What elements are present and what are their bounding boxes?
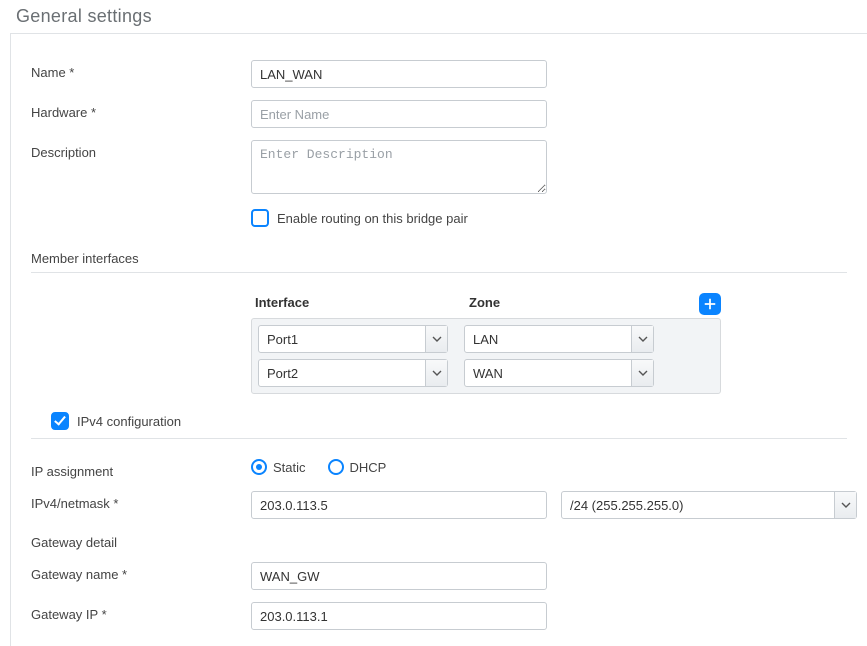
hardware-label: Hardware *	[31, 100, 251, 120]
plus-icon	[703, 297, 717, 311]
add-interface-button[interactable]	[699, 293, 721, 315]
chevron-down-icon	[425, 326, 447, 352]
ipv4-netmask-label: IPv4/netmask *	[31, 491, 251, 511]
table-row: Port2 WAN	[258, 359, 714, 387]
radio-icon	[251, 459, 267, 475]
radio-icon	[328, 459, 344, 475]
interface-select-0-value: Port1	[267, 332, 298, 347]
zone-select-1-value: WAN	[473, 366, 503, 381]
chevron-down-icon	[425, 360, 447, 386]
interface-select-0[interactable]: Port1	[258, 325, 448, 353]
zone-select-1[interactable]: WAN	[464, 359, 654, 387]
member-interfaces-heading: Member interfaces	[31, 251, 847, 273]
ipv4-config-label: IPv4 configuration	[77, 414, 181, 429]
gateway-detail-heading: Gateway detail	[31, 531, 251, 550]
ip-assignment-dhcp-radio[interactable]: DHCP	[328, 459, 387, 475]
zone-select-0-value: LAN	[473, 332, 498, 347]
gateway-name-label: Gateway name *	[31, 562, 251, 582]
chevron-down-icon	[631, 360, 653, 386]
ip-assignment-static-label: Static	[273, 460, 306, 475]
netmask-select-value: /24 (255.255.255.0)	[570, 498, 683, 513]
interface-select-1[interactable]: Port2	[258, 359, 448, 387]
ip-assignment-static-radio[interactable]: Static	[251, 459, 306, 475]
general-settings-panel: Name * Hardware * Description Enable rou…	[10, 33, 867, 646]
name-input[interactable]	[251, 60, 547, 88]
table-row: Port1 LAN	[258, 325, 714, 353]
gateway-ip-label: Gateway IP *	[31, 602, 251, 622]
column-header-interface: Interface	[255, 295, 469, 310]
gateway-ip-input[interactable]	[251, 602, 547, 630]
interface-select-1-value: Port2	[267, 366, 298, 381]
ip-assignment-dhcp-label: DHCP	[350, 460, 387, 475]
column-header-zone: Zone	[469, 295, 721, 310]
description-textarea[interactable]	[251, 140, 547, 194]
enable-routing-label: Enable routing on this bridge pair	[277, 211, 468, 226]
chevron-down-icon	[834, 492, 856, 518]
ipv4-address-input[interactable]	[251, 491, 547, 519]
page-title: General settings	[0, 0, 867, 33]
name-label: Name *	[31, 60, 251, 80]
gateway-name-input[interactable]	[251, 562, 547, 590]
ip-assignment-label: IP assignment	[31, 459, 251, 479]
description-label: Description	[31, 140, 251, 160]
chevron-down-icon	[631, 326, 653, 352]
netmask-select[interactable]: /24 (255.255.255.0)	[561, 491, 857, 519]
enable-routing-checkbox[interactable]	[251, 209, 269, 227]
ipv4-config-checkbox[interactable]	[51, 412, 69, 430]
hardware-input[interactable]	[251, 100, 547, 128]
member-interfaces-table: Port1 LAN Port2 WAN	[251, 318, 721, 394]
zone-select-0[interactable]: LAN	[464, 325, 654, 353]
